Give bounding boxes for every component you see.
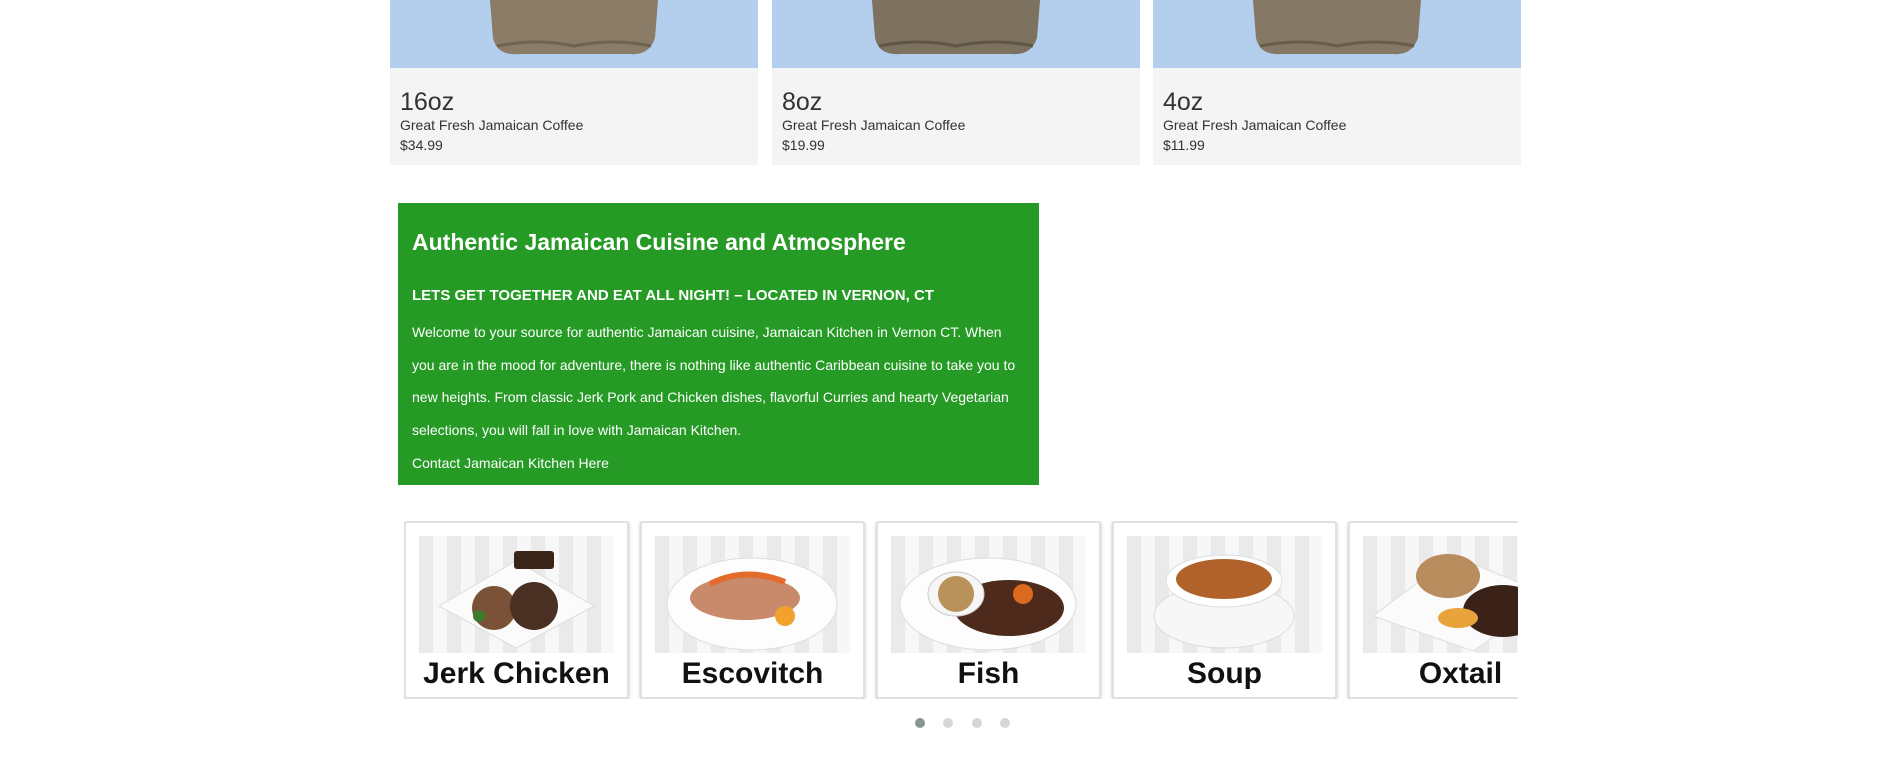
product-description: Great Fresh Jamaican Coffee xyxy=(782,117,966,133)
coffee-bag-image[interactable] xyxy=(1153,0,1521,68)
dish-label: Soup xyxy=(1187,657,1262,690)
dish-card-oxtail[interactable]: Oxtail xyxy=(1348,521,1518,699)
dish-card-jerk-chicken[interactable]: Jerk Chicken xyxy=(404,521,629,699)
burlap-bag-icon xyxy=(1252,0,1422,55)
carousel-dot-4[interactable] xyxy=(1000,718,1011,728)
about-title: Authentic Jamaican Cuisine and Atmospher… xyxy=(412,229,906,255)
dish-photo xyxy=(1127,536,1322,653)
carousel-dot-2[interactable] xyxy=(943,718,954,728)
product-card-4oz[interactable]: 4oz Great Fresh Jamaican Coffee $11.99 xyxy=(1153,0,1521,165)
dish-photo xyxy=(1363,536,1518,653)
product-description: Great Fresh Jamaican Coffee xyxy=(400,117,584,133)
carousel-dot-1[interactable] xyxy=(915,718,925,728)
dish-label: Jerk Chicken xyxy=(423,657,610,690)
dish-card-soup[interactable]: Soup xyxy=(1112,521,1337,699)
burlap-bag-icon xyxy=(871,0,1041,55)
burlap-bag-icon xyxy=(489,0,659,55)
product-description: Great Fresh Jamaican Coffee xyxy=(1163,117,1347,133)
dish-photo xyxy=(419,536,614,653)
product-card-8oz[interactable]: 8oz Great Fresh Jamaican Coffee $19.99 xyxy=(772,0,1140,165)
about-body: Welcome to your source for authentic Jam… xyxy=(412,324,1016,438)
dish-label: Escovitch xyxy=(681,657,824,690)
product-card-16oz[interactable]: 16oz Great Fresh Jamaican Coffee $34.99 xyxy=(390,0,758,165)
dish-carousel[interactable]: Jerk Chicken Escovitch Fish Soup Oxtail xyxy=(404,521,1518,699)
coffee-bag-image[interactable] xyxy=(772,0,1140,68)
dish-photo xyxy=(655,536,850,653)
product-price: $19.99 xyxy=(782,137,825,153)
dish-photo xyxy=(891,536,1086,653)
coffee-bag-image[interactable] xyxy=(390,0,758,68)
about-subtitle: LETS GET TOGETHER AND EAT ALL NIGHT! – L… xyxy=(412,287,934,304)
product-size: 16oz xyxy=(400,88,455,116)
dish-card-escovitch[interactable]: Escovitch xyxy=(640,521,865,699)
dish-label: Oxtail xyxy=(1418,657,1503,690)
carousel-pagination xyxy=(915,715,1024,729)
about-section: Authentic Jamaican Cuisine and Atmospher… xyxy=(398,203,1039,485)
product-price: $11.99 xyxy=(1163,137,1205,153)
dish-card-fish[interactable]: Fish xyxy=(876,521,1101,699)
product-size: 4oz xyxy=(1163,88,1204,116)
carousel-dot-3[interactable] xyxy=(971,718,982,728)
product-size: 8oz xyxy=(782,88,823,116)
product-grid: 16oz Great Fresh Jamaican Coffee $34.99 … xyxy=(390,0,1521,165)
product-price: $34.99 xyxy=(400,137,443,153)
contact-link[interactable]: Contact Jamaican Kitchen Here xyxy=(412,455,609,471)
dish-label: Fish xyxy=(957,657,1020,690)
